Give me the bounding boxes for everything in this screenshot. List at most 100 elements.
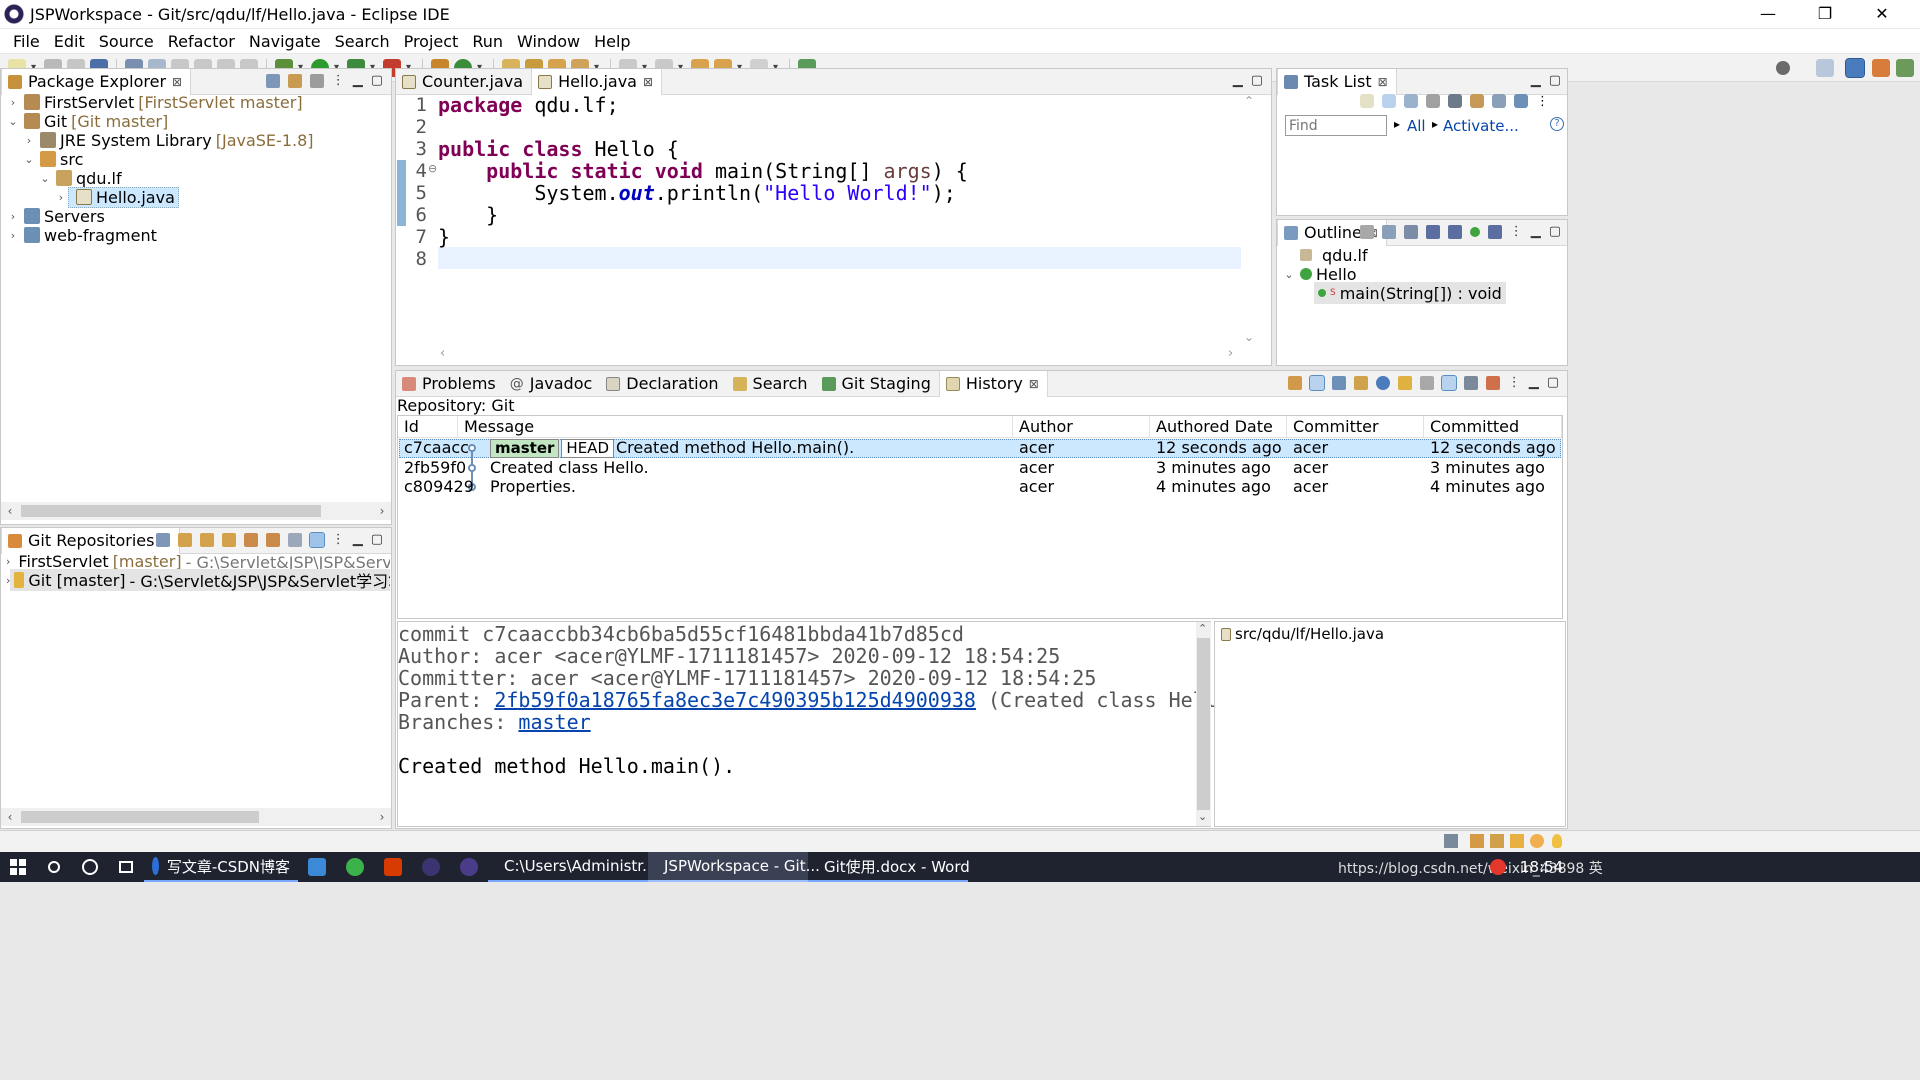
- head-tag[interactable]: HEAD: [561, 439, 614, 458]
- cortana-icon[interactable]: [72, 852, 108, 882]
- scroll-thumb[interactable]: [1197, 638, 1210, 810]
- all-dropdown-icon[interactable]: ▸: [1394, 117, 1400, 131]
- menu-project[interactable]: Project: [397, 32, 466, 51]
- branches-icon[interactable]: [1397, 375, 1412, 390]
- close-icon[interactable]: ⊠: [1378, 75, 1388, 89]
- scroll-down-icon[interactable]: ⌄: [1244, 330, 1254, 344]
- view-menu-icon[interactable]: ⋮: [1510, 224, 1523, 239]
- mail-icon[interactable]: [298, 852, 336, 882]
- branch-link[interactable]: master: [518, 710, 590, 734]
- view-menu-icon[interactable]: ⋮: [332, 532, 345, 547]
- toggle-view-icon[interactable]: [308, 531, 325, 548]
- collapse-all-icon[interactable]: [265, 73, 280, 88]
- collapse-all-icon[interactable]: [1381, 224, 1396, 239]
- tools-icon[interactable]: [1510, 834, 1524, 848]
- chevron-right-icon[interactable]: ›: [54, 191, 68, 204]
- chevron-right-icon[interactable]: ›: [6, 210, 20, 223]
- minimize-button[interactable]: —: [1740, 0, 1796, 28]
- show-all-branches-icon[interactable]: [1440, 374, 1457, 391]
- link-icon[interactable]: [265, 532, 280, 547]
- column-committer[interactable]: Committer: [1287, 416, 1424, 438]
- selected-item[interactable]: Git [master] - G:\Servlet&JSP\JSP&Servle…: [10, 569, 390, 591]
- hide-nonpublic-icon[interactable]: [1469, 226, 1480, 237]
- scroll-thumb[interactable]: [21, 505, 321, 517]
- hide-icon[interactable]: [1426, 94, 1440, 108]
- branch-tag[interactable]: master: [490, 439, 560, 458]
- tab-counter-java[interactable]: Counter.java: [396, 69, 531, 95]
- all-link[interactable]: All: [1407, 117, 1426, 135]
- code-line-1[interactable]: package qdu.lf;: [438, 93, 619, 117]
- compare-mode-icon[interactable]: [1353, 375, 1368, 390]
- code-line-7[interactable]: }: [438, 225, 450, 249]
- progress-icon[interactable]: [1444, 834, 1458, 848]
- restore-button[interactable]: ❐: [1797, 0, 1853, 28]
- menu-navigate[interactable]: Navigate: [242, 32, 328, 51]
- code-line-4[interactable]: public static void main(String[] args) {: [438, 159, 968, 183]
- lightbulb-icon[interactable]: [1552, 834, 1562, 848]
- scroll-left-icon[interactable]: ‹: [1, 502, 19, 520]
- maximize-view-icon[interactable]: ▢: [1549, 224, 1561, 239]
- column-id[interactable]: Id: [398, 416, 458, 438]
- tab-task-list[interactable]: Task List ⊠: [1277, 68, 1397, 95]
- categorized-icon[interactable]: [1382, 94, 1396, 108]
- code-line-5[interactable]: System.out.println("Hello World!");: [438, 181, 955, 205]
- view-menu-icon[interactable]: ⋮: [1508, 375, 1521, 390]
- help-icon[interactable]: ?: [1550, 117, 1564, 131]
- create-repository-icon[interactable]: [221, 532, 236, 547]
- scroll-down-icon[interactable]: ⌄: [1198, 810, 1207, 823]
- ime-icon[interactable]: [1490, 859, 1506, 875]
- link-with-editor-icon[interactable]: [287, 73, 302, 88]
- menu-file[interactable]: File: [6, 32, 47, 51]
- close-icon[interactable]: ⊠: [643, 75, 653, 89]
- tab-history[interactable]: History ⊠: [938, 370, 1048, 397]
- tab-problems[interactable]: Problems: [396, 371, 504, 397]
- menu-window[interactable]: Window: [510, 32, 587, 51]
- git-perspective-icon[interactable]: [1872, 58, 1890, 77]
- pin-icon[interactable]: [1331, 375, 1346, 390]
- focus-icon[interactable]: [309, 73, 324, 88]
- tree-layout-icon[interactable]: [287, 532, 302, 547]
- minimize-view-icon[interactable]: ▁: [353, 532, 363, 547]
- scheduled-icon[interactable]: [1404, 94, 1418, 108]
- column-author[interactable]: Author: [1013, 416, 1150, 438]
- eclipse-icon[interactable]: [412, 852, 450, 882]
- taskbar-app-eclipse[interactable]: JSPWorkspace - Git...: [648, 852, 820, 882]
- hide-local-types-icon[interactable]: [1487, 224, 1502, 239]
- view-menu-icon[interactable]: ⋮: [332, 73, 345, 88]
- chevron-right-icon[interactable]: ›: [6, 555, 10, 568]
- add-repository-icon[interactable]: [177, 532, 192, 547]
- minimize-view-icon[interactable]: ▁: [1233, 73, 1243, 88]
- tab-git-staging[interactable]: Git Staging: [816, 371, 939, 397]
- git-repositories-hscroll[interactable]: ‹ ›: [1, 808, 391, 826]
- link-with-selection-icon[interactable]: [1287, 375, 1302, 390]
- sync-icon[interactable]: [1470, 94, 1484, 108]
- activate-link[interactable]: Activate...: [1443, 117, 1519, 135]
- new-task-icon[interactable]: [1360, 94, 1374, 108]
- chevron-right-icon[interactable]: ›: [22, 134, 36, 147]
- link-icon[interactable]: [1514, 94, 1528, 108]
- chevron-right-icon[interactable]: ›: [6, 229, 20, 242]
- tab-search[interactable]: Search: [727, 371, 816, 397]
- taskbar-app-explorer[interactable]: C:\Users\Administr...: [488, 852, 656, 882]
- minimize-view-icon[interactable]: ▁: [1531, 73, 1541, 88]
- maximize-view-icon[interactable]: ▢: [371, 73, 383, 88]
- outline-item-method[interactable]: S main(String[]) : void: [1314, 282, 1506, 304]
- close-window-button[interactable]: ✕: [1854, 0, 1910, 28]
- column-message[interactable]: Message: [458, 416, 1013, 438]
- debug-perspective-icon[interactable]: [1896, 58, 1914, 77]
- taskbar-app-browser[interactable]: 写文章-CSDN博客: [144, 852, 298, 882]
- scroll-up-icon[interactable]: ⌃: [1198, 622, 1207, 635]
- chevron-down-icon[interactable]: ⌄: [22, 153, 36, 166]
- code-line-3[interactable]: public class Hello {: [438, 137, 679, 161]
- scroll-right-icon[interactable]: ›: [373, 502, 391, 520]
- link-with-editor-icon[interactable]: [1308, 374, 1325, 391]
- menu-edit[interactable]: Edit: [47, 32, 92, 51]
- clock[interactable]: 18:54: [1520, 858, 1563, 876]
- scroll-thumb[interactable]: [21, 811, 259, 823]
- fold-icon[interactable]: ⊖: [428, 162, 437, 175]
- code-line-6[interactable]: }: [438, 203, 498, 227]
- maximize-view-icon[interactable]: ▢: [1549, 73, 1561, 88]
- search-icon[interactable]: [1776, 60, 1790, 75]
- scroll-right-icon[interactable]: ›: [373, 808, 391, 826]
- filter-icon[interactable]: [1448, 94, 1462, 108]
